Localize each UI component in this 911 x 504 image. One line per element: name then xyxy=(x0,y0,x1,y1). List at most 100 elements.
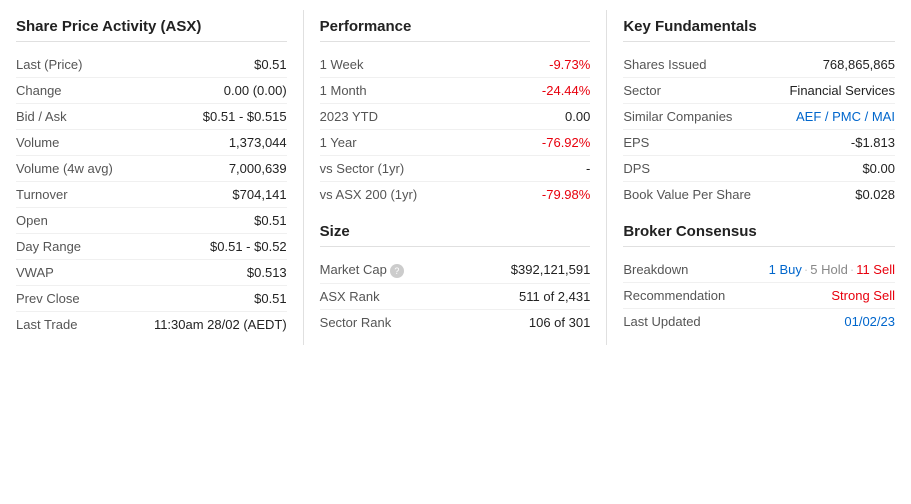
info-icon[interactable]: ? xyxy=(390,264,404,278)
performance-section: Performance 1 Week -9.73% 1 Month -24.44% 20… xyxy=(304,10,608,345)
row-label: Prev Close xyxy=(16,291,80,306)
table-row: Sector Financial Services xyxy=(623,78,895,104)
row-label: Bid / Ask xyxy=(16,109,67,124)
table-row: Recommendation Strong Sell xyxy=(623,283,895,309)
fundamentals-section: Key Fundamentals Shares Issued 768,865,86… xyxy=(607,10,911,345)
row-label: Breakdown xyxy=(623,262,688,277)
row-value: 511 of 2,431 xyxy=(519,289,590,304)
buy-count: 1 Buy xyxy=(769,262,802,277)
table-row: Book Value Per Share $0.028 xyxy=(623,182,895,207)
table-row: Turnover $704,141 xyxy=(16,182,287,208)
row-value: $0.51 xyxy=(254,57,287,72)
row-label: EPS xyxy=(623,135,649,150)
table-row: DPS$0.00 xyxy=(623,156,895,182)
share-price-title: Share Price Activity (ASX) xyxy=(16,18,287,42)
table-row: Shares Issued 768,865,865 xyxy=(623,52,895,78)
row-label: Change xyxy=(16,83,62,98)
row-label: Day Range xyxy=(16,239,81,254)
sell-count: 11 Sell xyxy=(856,262,895,277)
table-row: VWAP $0.513 xyxy=(16,260,287,286)
table-row: 1 Week -9.73% xyxy=(320,52,591,78)
row-value: 1,373,044 xyxy=(229,135,287,150)
row-value: $0.513 xyxy=(247,265,287,280)
table-row: Prev Close $0.51 xyxy=(16,286,287,312)
row-label: Similar Companies xyxy=(623,109,732,124)
row-value: AEF / PMC / MAI xyxy=(796,109,895,124)
table-row: Volume 1,373,044 xyxy=(16,130,287,156)
row-label: 2023 YTD xyxy=(320,109,378,124)
broker-breakdown: 1 Buy·5 Hold·11 Sell xyxy=(769,262,895,277)
table-row: Last Updated 01/02/23 xyxy=(623,309,895,334)
row-value: $704,141 xyxy=(232,187,286,202)
row-value: $0.51 - $0.515 xyxy=(203,109,287,124)
row-label: Book Value Per Share xyxy=(623,187,751,202)
share-price-rows: Last (Price) $0.51 Change 0.00 (0.00) Bid / … xyxy=(16,52,287,337)
table-row: Volume (4w avg) 7,000,639 xyxy=(16,156,287,182)
row-label: Last (Price) xyxy=(16,57,82,72)
row-label: Open xyxy=(16,213,48,228)
row-label: VWAP xyxy=(16,265,54,280)
fundamentals-title: Key Fundamentals xyxy=(623,18,895,42)
table-row: vs Sector (1yr) - xyxy=(320,156,591,182)
table-row: ASX Rank 511 of 2,431 xyxy=(320,284,591,310)
table-row: Day Range $0.51 - $0.52 xyxy=(16,234,287,260)
table-row: EPS -$1.813 xyxy=(623,130,895,156)
hold-count: 5 Hold xyxy=(810,262,848,277)
row-value: -$1.813 xyxy=(851,135,895,150)
table-row: 1 Month -24.44% xyxy=(320,78,591,104)
row-value: Strong Sell xyxy=(831,288,895,303)
row-label: 1 Month xyxy=(320,83,367,98)
row-value: -9.73% xyxy=(549,57,590,72)
broker-title: Broker Consensus xyxy=(623,223,895,247)
row-label: vs Sector (1yr) xyxy=(320,161,405,176)
row-label: Volume xyxy=(16,135,59,150)
table-row: Last Trade 11:30am 28/02 (AEDT) xyxy=(16,312,287,337)
row-label: ASX Rank xyxy=(320,289,380,304)
table-row: 1 Year -76.92% xyxy=(320,130,591,156)
table-row: Change 0.00 (0.00) xyxy=(16,78,287,104)
row-value: -79.98% xyxy=(542,187,590,202)
row-value: $0.51 xyxy=(254,213,287,228)
row-label: DPS xyxy=(623,161,650,176)
size-rows: Market Cap?$392,121,591 ASX Rank 511 of 2,… xyxy=(320,257,591,335)
broker-rows: Breakdown 1 Buy·5 Hold·11 Sell Recommendat… xyxy=(623,257,895,334)
row-value: -76.92% xyxy=(542,135,590,150)
row-value: $0.51 - $0.52 xyxy=(210,239,287,254)
row-label: Last Updated xyxy=(623,314,700,329)
row-value: 106 of 301 xyxy=(529,315,590,330)
row-value: 7,000,639 xyxy=(229,161,287,176)
size-title: Size xyxy=(320,223,591,247)
row-label: Turnover xyxy=(16,187,68,202)
table-row: Breakdown 1 Buy·5 Hold·11 Sell xyxy=(623,257,895,283)
row-label: Sector xyxy=(623,83,661,98)
row-value: $0.51 xyxy=(254,291,287,306)
row-label: Last Trade xyxy=(16,317,77,332)
share-price-section: Share Price Activity (ASX) Last (Price) $… xyxy=(0,10,304,345)
row-value: $0.028 xyxy=(855,187,895,202)
row-value: 768,865,865 xyxy=(823,57,895,72)
row-label: 1 Week xyxy=(320,57,364,72)
fundamentals-rows: Shares Issued 768,865,865 Sector Financial … xyxy=(623,52,895,207)
row-value: - xyxy=(586,161,590,176)
table-row: Market Cap?$392,121,591 xyxy=(320,257,591,284)
row-value: -24.44% xyxy=(542,83,590,98)
performance-title: Performance xyxy=(320,18,591,42)
table-row: 2023 YTD 0.00 xyxy=(320,104,591,130)
row-label: Shares Issued xyxy=(623,57,706,72)
row-label: Market Cap? xyxy=(320,262,404,278)
row-label: vs ASX 200 (1yr) xyxy=(320,187,418,202)
table-row: Bid / Ask $0.51 - $0.515 xyxy=(16,104,287,130)
table-row: vs ASX 200 (1yr) -79.98% xyxy=(320,182,591,207)
table-row: Last (Price) $0.51 xyxy=(16,52,287,78)
row-value: Financial Services xyxy=(789,83,895,98)
table-row: Sector Rank 106 of 301 xyxy=(320,310,591,335)
table-row: Similar Companies AEF / PMC / MAI xyxy=(623,104,895,130)
row-label: Volume (4w avg) xyxy=(16,161,113,176)
row-label: Sector Rank xyxy=(320,315,392,330)
row-value: 0.00 (0.00) xyxy=(224,83,287,98)
row-label: 1 Year xyxy=(320,135,357,150)
row-value: 0.00 xyxy=(565,109,590,124)
row-value: 01/02/23 xyxy=(844,314,895,329)
row-value: 11:30am 28/02 (AEDT) xyxy=(154,317,287,332)
row-label: Recommendation xyxy=(623,288,725,303)
